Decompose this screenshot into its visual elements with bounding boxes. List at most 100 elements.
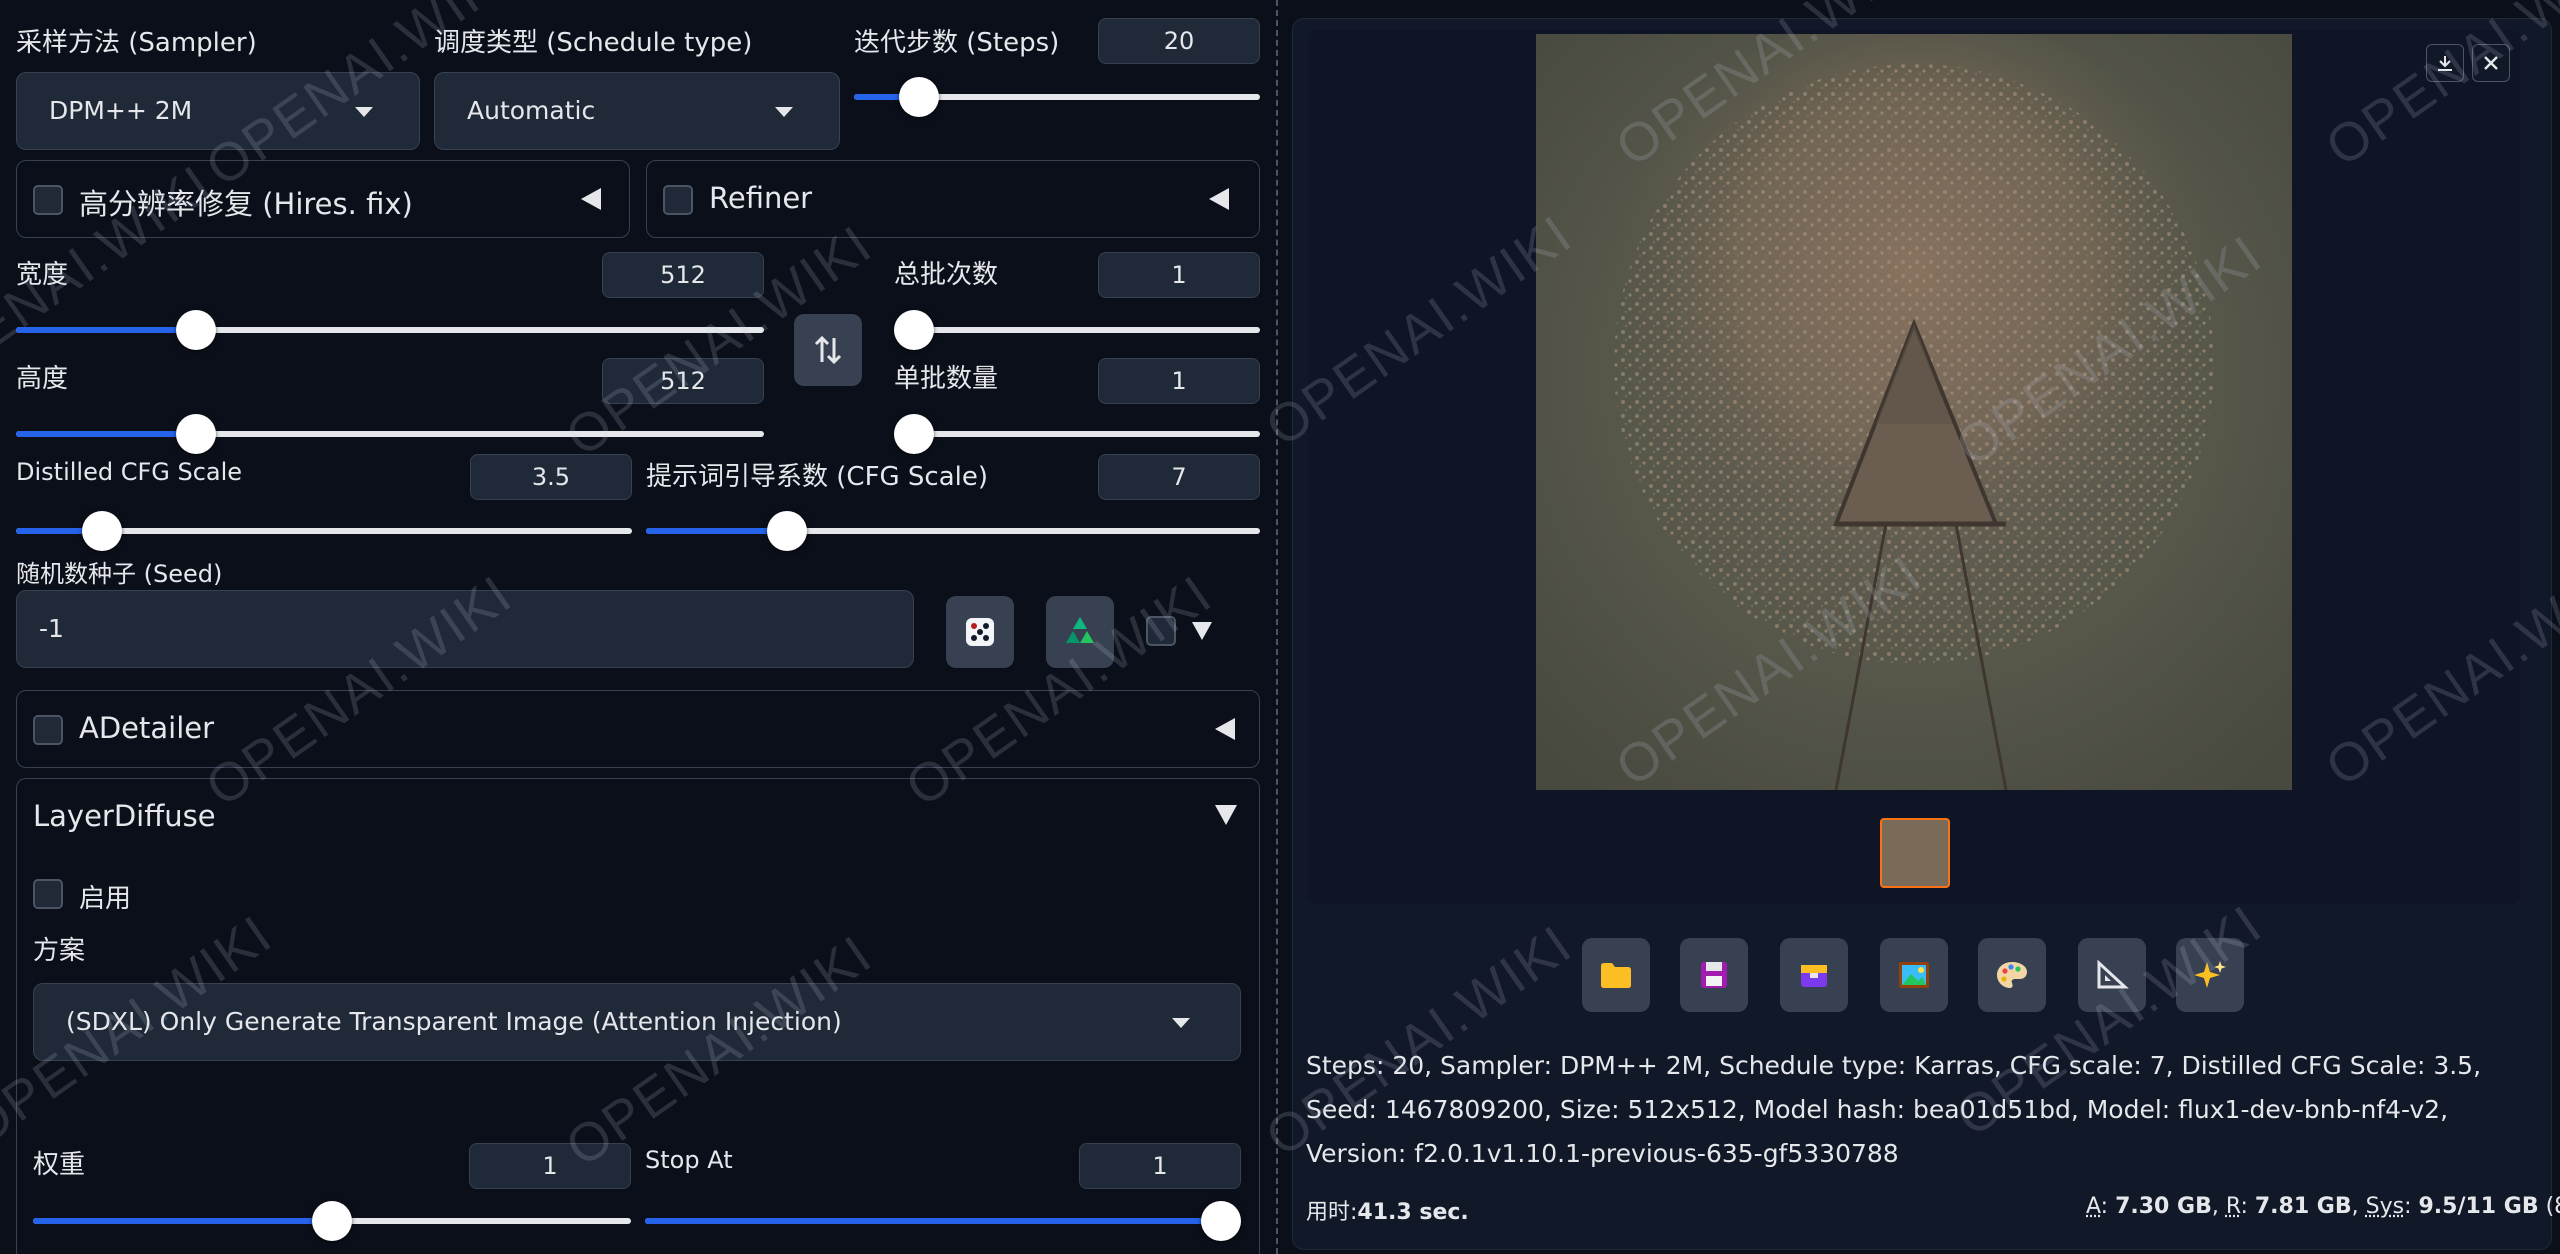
generated-image-picture (1536, 14, 2292, 791)
cfg-label: 提示词引导系数 (CFG Scale) (646, 462, 989, 492)
image-gallery (1308, 14, 2520, 904)
mem-a-value: 7.30 GB (2115, 1194, 2212, 1219)
zip-icon (1801, 965, 1827, 987)
memory-stats: A: 7.30 GB, R: 7.81 GB, Sys: 9.5/11 GB (… (2086, 1194, 2560, 1219)
cfg-slider[interactable] (646, 511, 1260, 551)
height-slider-thumb[interactable] (175, 414, 216, 454)
collapse-arrow-icon[interactable] (1209, 188, 1229, 210)
seed-extra-expand-icon[interactable] (1192, 622, 1212, 640)
random-seed-button[interactable] (946, 596, 1014, 668)
gallery-thumbnail[interactable] (1880, 818, 1950, 888)
mem-percent: (86.2%) (2545, 1194, 2560, 1219)
chevron-down-icon (355, 107, 373, 117)
weight-slider[interactable] (33, 1201, 631, 1241)
close-button[interactable] (2472, 44, 2510, 82)
collapse-arrow-icon[interactable] (1215, 718, 1235, 740)
chevron-down-icon (775, 107, 793, 117)
download-icon (2438, 56, 2452, 71)
layerdiffuse-method-label: 方案 (33, 936, 86, 966)
layerdiffuse-title[interactable]: LayerDiffuse (33, 799, 216, 833)
cfg-input[interactable]: 7 (1098, 454, 1260, 500)
schedule-label: 调度类型 (Schedule type) (434, 28, 753, 58)
mem-sys-label: Sys (2365, 1194, 2405, 1219)
collapse-arrow-icon[interactable] (581, 188, 601, 210)
dice-icon (966, 618, 994, 646)
batch-count-label: 总批次数 (894, 260, 999, 290)
distilled-cfg-input[interactable]: 3.5 (470, 454, 632, 500)
width-slider-thumb[interactable] (175, 310, 216, 350)
sampler-dropdown[interactable]: DPM++ 2M (16, 72, 420, 150)
sampler-value: DPM++ 2M (49, 96, 193, 125)
height-label: 高度 (16, 364, 69, 394)
generated-image[interactable] (1536, 14, 2292, 791)
schedule-dropdown[interactable]: Automatic (434, 72, 840, 150)
mem-sys-value: 9.5/11 GB (2418, 1194, 2539, 1219)
download-button[interactable] (2426, 44, 2464, 82)
reuse-seed-button[interactable] (1046, 596, 1114, 668)
elapsed-time-label: 用时: (1306, 1200, 1358, 1225)
sampler-label: 采样方法 (Sampler) (16, 28, 257, 58)
adetailer-panel[interactable]: ADetailer (16, 690, 1260, 768)
steps-slider-thumb[interactable] (898, 77, 939, 117)
batch-count-input[interactable]: 1 (1098, 252, 1260, 298)
refiner-checkbox[interactable] (663, 185, 693, 215)
stop-at-slider-thumb[interactable] (1201, 1201, 1241, 1241)
stop-at-input[interactable]: 1 (1079, 1143, 1241, 1189)
refiner-panel[interactable]: Refiner (646, 160, 1260, 238)
stop-at-slider[interactable] (645, 1201, 1241, 1241)
adetailer-checkbox[interactable] (33, 715, 63, 745)
layerdiffuse-panel: LayerDiffuse 启用 方案 (SDXL) Only Generate … (16, 778, 1260, 1254)
swap-arrows-icon (814, 335, 842, 365)
batch-size-input[interactable]: 1 (1098, 358, 1260, 404)
width-input[interactable]: 512 (602, 252, 764, 298)
weight-slider-thumb[interactable] (312, 1201, 352, 1241)
schedule-value: Automatic (467, 96, 596, 125)
batch-count-slider[interactable] (894, 310, 1260, 350)
steps-slider[interactable] (854, 77, 1260, 117)
send-to-extras-button[interactable] (2078, 938, 2146, 1012)
open-folder-button[interactable] (1582, 938, 1650, 1012)
seed-extra-checkbox[interactable] (1146, 616, 1176, 646)
batch-size-slider[interactable] (894, 414, 1260, 454)
expand-arrow-icon[interactable] (1215, 805, 1237, 825)
distilled-cfg-label: Distilled CFG Scale (16, 458, 243, 486)
column-divider[interactable] (1276, 0, 1278, 1254)
zip-button[interactable] (1780, 938, 1848, 1012)
elapsed-time: 用时:41.3 sec. (1306, 1194, 1469, 1226)
height-slider[interactable] (16, 414, 764, 454)
mem-r-label: R (2225, 1194, 2241, 1219)
steps-label: 迭代步数 (Steps) (854, 28, 1060, 58)
mem-a-label: A (2086, 1194, 2101, 1219)
batch-count-slider-thumb[interactable] (894, 310, 934, 350)
save-button[interactable] (1680, 938, 1748, 1012)
mem-r-value: 7.81 GB (2254, 1194, 2352, 1219)
hires-fix-panel[interactable]: 高分辨率修复 (Hires. fix) (16, 160, 630, 238)
sparkle-icon (2194, 961, 2226, 988)
layerdiffuse-method-value: (SDXL) Only Generate Transparent Image (… (66, 1007, 842, 1036)
seed-input[interactable]: -1 (16, 590, 914, 668)
send-to-img2img-button[interactable] (1880, 938, 1948, 1012)
hires-fix-label: 高分辨率修复 (Hires. fix) (79, 187, 413, 221)
palette-icon (1997, 962, 2027, 988)
layerdiffuse-enable-checkbox[interactable] (33, 879, 63, 909)
hires-fix-checkbox[interactable] (33, 185, 63, 215)
refiner-label: Refiner (709, 181, 813, 215)
send-to-inpaint-button[interactable] (1978, 938, 2046, 1012)
steps-input[interactable]: 20 (1098, 18, 1260, 64)
chevron-down-icon (1172, 1018, 1190, 1028)
recycle-icon (1066, 617, 1094, 643)
height-input[interactable]: 512 (602, 358, 764, 404)
weight-input[interactable]: 1 (469, 1143, 631, 1189)
width-slider[interactable] (16, 310, 764, 350)
layerdiffuse-enable-label: 启用 (79, 884, 132, 914)
elapsed-time-value: 41.3 sec. (1357, 1200, 1469, 1225)
distilled-cfg-slider-thumb[interactable] (82, 511, 123, 551)
save-icon (1701, 962, 1727, 988)
adetailer-label: ADetailer (79, 711, 215, 745)
batch-size-slider-thumb[interactable] (894, 414, 934, 454)
distilled-cfg-slider[interactable] (16, 511, 632, 551)
cfg-slider-thumb[interactable] (767, 511, 808, 551)
upscale-button[interactable] (2176, 938, 2244, 1012)
layerdiffuse-method-dropdown[interactable]: (SDXL) Only Generate Transparent Image (… (33, 983, 1241, 1061)
swap-dimensions-button[interactable] (794, 314, 862, 386)
